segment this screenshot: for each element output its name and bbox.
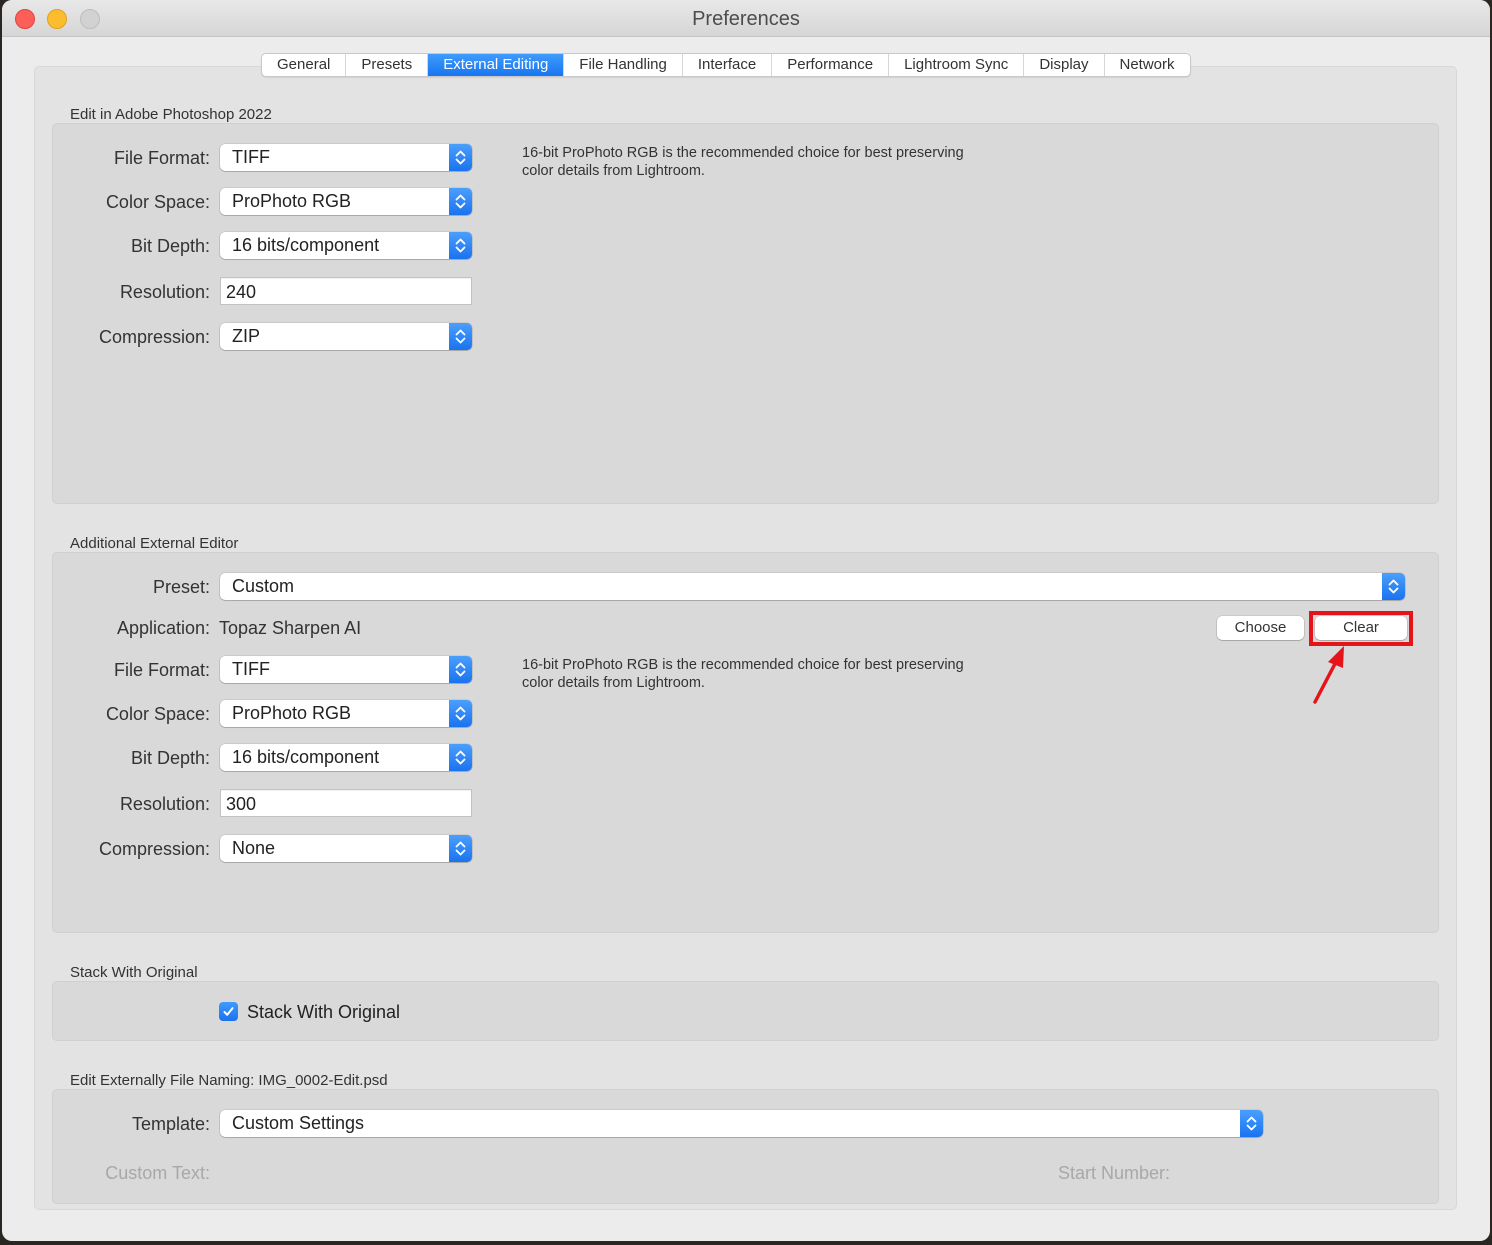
tab-presets[interactable]: Presets <box>346 54 429 76</box>
chevron-up-down-icon <box>449 188 472 215</box>
chevron-up-down-icon <box>449 144 472 171</box>
ps-note-line-2: color details from Lightroom. <box>522 163 705 179</box>
preferences-tabs: General Presets External Editing File Ha… <box>261 53 1191 77</box>
ae-recommendation-note: 16-bit ProPhoto RGB is the recommended c… <box>522 656 964 692</box>
ae-color-space-value: ProPhoto RGB <box>232 703 352 723</box>
ps-color-space-value: ProPhoto RGB <box>232 191 352 211</box>
ae-file-format-value: TIFF <box>232 659 270 679</box>
additional-editor-panel <box>52 552 1439 933</box>
preset-value: Custom <box>232 576 295 596</box>
choose-button[interactable]: Choose <box>1217 616 1304 640</box>
photoshop-section-title: Edit in Adobe Photoshop 2022 <box>70 106 272 123</box>
template-value: Custom Settings <box>232 1113 365 1133</box>
tab-general[interactable]: General <box>262 54 347 76</box>
checkmark-icon <box>223 1007 234 1016</box>
stack-section-title: Stack With Original <box>70 964 198 981</box>
window-title: Preferences <box>692 8 800 30</box>
chevron-up-down-icon <box>449 323 472 350</box>
application-value: Topaz Sharpen AI <box>219 618 362 638</box>
ps-compression-label: Compression: <box>98 327 210 347</box>
ps-compression-select[interactable]: ZIP <box>220 323 472 350</box>
ps-recommendation-note: 16-bit ProPhoto RGB is the recommended c… <box>522 144 964 180</box>
ps-bit-depth-select[interactable]: 16 bits/component <box>220 232 472 259</box>
preset-select[interactable]: Custom <box>220 573 1405 600</box>
tab-lightroom-sync[interactable]: Lightroom Sync <box>889 54 1025 76</box>
annotation-arrow-icon <box>1313 646 1344 704</box>
tab-file-handling[interactable]: File Handling <box>564 54 683 76</box>
chevron-up-down-icon <box>449 744 472 771</box>
ae-color-space-select[interactable]: ProPhoto RGB <box>220 700 472 727</box>
ae-color-space-label: Color Space: <box>105 704 210 724</box>
tab-performance[interactable]: Performance <box>772 54 890 76</box>
ps-resolution-label: Resolution: <box>119 282 210 302</box>
photoshop-panel <box>52 123 1439 504</box>
tab-network[interactable]: Network <box>1105 54 1190 76</box>
ps-resolution-value: 240 <box>226 282 257 302</box>
stack-with-original-label[interactable]: Stack With Original <box>247 1002 400 1023</box>
ps-resolution-input[interactable]: 240 <box>220 277 472 305</box>
ae-file-format-label: File Format: <box>113 660 210 680</box>
chevron-up-down-icon <box>1382 573 1405 600</box>
tab-external-editing[interactable]: External Editing <box>428 54 565 76</box>
ps-color-space-label: Color Space: <box>105 192 210 212</box>
ps-bit-depth-value: 16 bits/component <box>232 235 380 255</box>
tab-display[interactable]: Display <box>1024 54 1105 76</box>
ae-resolution-label: Resolution: <box>119 794 210 814</box>
ae-file-format-select[interactable]: TIFF <box>220 656 472 683</box>
ae-bit-depth-label: Bit Depth: <box>130 748 210 768</box>
tab-interface[interactable]: Interface <box>683 54 773 76</box>
ps-file-format-select[interactable]: TIFF <box>220 144 472 171</box>
chevron-up-down-icon <box>449 656 472 683</box>
ae-compression-select[interactable]: None <box>220 835 472 862</box>
ae-note-line-2: color details from Lightroom. <box>522 675 705 691</box>
ae-bit-depth-value: 16 bits/component <box>232 747 380 767</box>
file-naming-section-title: Edit Externally File Naming: IMG_0002-Ed… <box>70 1072 388 1089</box>
preferences-window: Preferences General Presets External Edi… <box>2 0 1490 1241</box>
chevron-up-down-icon <box>449 700 472 727</box>
start-number-label: Start Number: <box>1057 1163 1170 1183</box>
chevron-up-down-icon <box>449 232 472 259</box>
ps-file-format-value: TIFF <box>232 147 270 167</box>
ae-resolution-value: 300 <box>226 794 257 814</box>
ae-compression-value: None <box>232 838 276 858</box>
clear-highlight-annotation <box>1309 611 1413 646</box>
file-naming-panel <box>52 1089 1439 1204</box>
template-label: Template: <box>131 1114 210 1134</box>
additional-editor-section-title: Additional External Editor <box>70 535 239 552</box>
chevron-up-down-icon <box>1240 1110 1263 1137</box>
preset-label: Preset: <box>152 577 210 597</box>
ps-bit-depth-label: Bit Depth: <box>130 236 210 256</box>
application-label: Application: <box>116 618 210 638</box>
custom-text-label: Custom Text: <box>105 1163 210 1183</box>
template-select[interactable]: Custom Settings <box>220 1110 1263 1137</box>
ps-note-line-1: 16-bit ProPhoto RGB is the recommended c… <box>522 145 964 161</box>
ps-file-format-label: File Format: <box>113 148 210 168</box>
ae-bit-depth-select[interactable]: 16 bits/component <box>220 744 472 771</box>
ps-compression-value: ZIP <box>232 326 261 346</box>
ae-resolution-input[interactable]: 300 <box>220 789 472 817</box>
ae-note-line-1: 16-bit ProPhoto RGB is the recommended c… <box>522 657 964 673</box>
title-bar: Preferences <box>2 0 1490 37</box>
ae-compression-label: Compression: <box>98 839 210 859</box>
stack-with-original-checkbox[interactable] <box>219 1002 238 1021</box>
ps-color-space-select[interactable]: ProPhoto RGB <box>220 188 472 215</box>
chevron-up-down-icon <box>449 835 472 862</box>
